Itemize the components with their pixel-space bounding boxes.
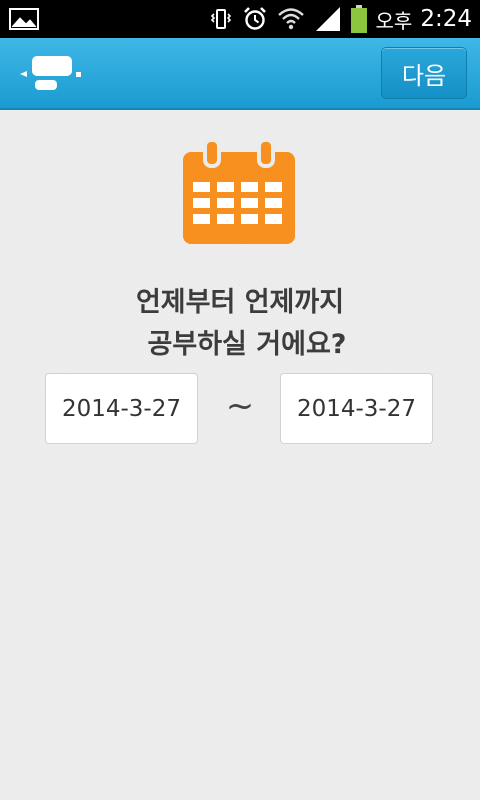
signal-icon — [315, 7, 340, 31]
main-content: 언제부터 언제까지 공부하실 거에요? 2014-3-27 ~ 2014-3-2… — [0, 110, 480, 800]
ampm-label: 오후 — [375, 8, 413, 33]
start-date-field[interactable]: 2014-3-27 — [45, 373, 198, 444]
battery-icon — [350, 5, 367, 33]
wifi-icon — [277, 8, 304, 30]
app-logo-icon[interactable] — [18, 54, 84, 94]
next-button[interactable]: 다음 — [381, 47, 467, 99]
question-text: 언제부터 언제까지 공부하실 거에요? — [0, 282, 480, 366]
gallery-icon — [9, 8, 39, 30]
status-icons: 오후 2:24 — [209, 0, 472, 38]
clock: 오후 2:24 — [376, 5, 472, 34]
calendar-icon — [183, 140, 295, 244]
action-bar: 다음 — [0, 38, 480, 110]
alarm-icon — [243, 7, 266, 30]
status-bar: 오후 2:24 — [0, 0, 480, 38]
end-date-field[interactable]: 2014-3-27 — [280, 373, 433, 444]
question-line-1: 언제부터 언제까지 — [135, 287, 345, 318]
vibrate-icon — [210, 9, 231, 29]
date-range-separator: ~ — [225, 386, 255, 426]
question-line-2: 공부하실 거에요? — [147, 329, 347, 360]
time-label: 2:24 — [420, 6, 472, 32]
